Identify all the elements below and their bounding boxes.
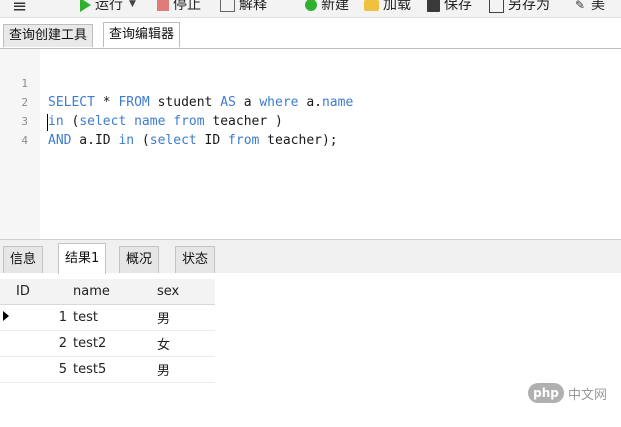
wand-icon: ✎	[575, 0, 586, 12]
table-row[interactable]: 2 test2 女	[0, 330, 215, 357]
code-line: 4	[0, 112, 31, 147]
stop-icon	[157, 0, 169, 11]
cell-sex[interactable]: 女	[153, 330, 215, 357]
code-text: SELECT * FROM student AS a where a.name	[48, 93, 353, 112]
keyword-token: select	[149, 133, 197, 148]
explain-label: 解释	[239, 0, 267, 13]
cell-name[interactable]: test5	[71, 356, 153, 383]
code-token: ID	[196, 133, 229, 148]
code-token: a.ID	[71, 133, 119, 148]
explain-button[interactable]: 解释	[220, 0, 267, 14]
save-icon	[427, 0, 440, 12]
cell-id[interactable]: 2	[12, 330, 71, 357]
tab-result1[interactable]: 结果1	[58, 243, 107, 274]
beautify-button[interactable]: ✎ 美	[575, 0, 605, 14]
keyword-token: in	[48, 114, 64, 129]
code-token: a	[235, 95, 260, 110]
new-label: 新建	[321, 0, 349, 13]
explain-icon	[220, 0, 235, 12]
table-row[interactable]: 5 test5 男	[0, 356, 215, 383]
keyword-token: FROM	[118, 95, 150, 110]
keyword-token: name	[134, 114, 166, 129]
column-header-name[interactable]: name	[71, 279, 153, 305]
watermark: php 中文网	[528, 383, 607, 403]
code-line: 3 AND a.ID in (select ID from teacher);	[0, 93, 337, 148]
code-line: 2 in (select name from teacher )	[0, 74, 282, 129]
code-token: (	[134, 133, 150, 148]
keyword-token: select	[79, 114, 127, 129]
new-query-icon	[305, 0, 317, 11]
result-tab-bar: 信息 结果1 概况 状态	[0, 239, 621, 274]
folder-icon	[364, 0, 379, 11]
cell-name[interactable]: test	[71, 304, 153, 331]
cell-id[interactable]: 5	[12, 356, 71, 383]
main-toolbar: ≡ 运行 ▼ 停止 解释 新建 加载 保存 另存为 ✎ 美	[0, 0, 621, 18]
tab-profile[interactable]: 概况	[119, 246, 160, 273]
grid-header-row: ID name sex	[0, 279, 215, 305]
run-icon	[80, 0, 91, 12]
code-token: teacher);	[259, 133, 338, 148]
code-text: in (select name from teacher )	[48, 112, 283, 131]
row-indicator-header	[0, 279, 12, 305]
run-button[interactable]: 运行 ▼	[80, 0, 136, 14]
row-indicator	[0, 356, 12, 383]
code-token: teacher )	[204, 114, 283, 129]
save-label: 保存	[444, 0, 472, 13]
save-as-button[interactable]: 另存为	[489, 0, 550, 14]
column-header-sex[interactable]: sex	[153, 279, 215, 305]
cell-name[interactable]: test2	[71, 330, 153, 357]
code-token: (	[63, 114, 80, 129]
row-indicator	[0, 304, 12, 331]
keyword-token: SELECT	[48, 95, 95, 110]
save-button[interactable]: 保存	[427, 0, 472, 14]
tab-query-builder[interactable]: 查询创建工具	[3, 24, 94, 47]
text-cursor	[47, 114, 48, 131]
table-row[interactable]: 1 test 男	[0, 304, 215, 331]
editor-tab-bar: 查询创建工具 查询编辑器	[0, 22, 621, 49]
keyword-token: AS	[220, 95, 236, 110]
stop-button[interactable]: 停止	[157, 0, 201, 14]
stop-label: 停止	[173, 0, 201, 13]
line-number: 4	[21, 134, 28, 147]
tab-query-editor[interactable]: 查询编辑器	[103, 22, 181, 47]
save-as-label: 另存为	[508, 0, 550, 13]
code-token: *	[94, 95, 119, 110]
current-row-pointer-icon	[3, 311, 9, 321]
cell-sex[interactable]: 男	[153, 304, 215, 331]
save-as-icon	[489, 0, 504, 13]
load-button[interactable]: 加载	[364, 0, 411, 14]
load-label: 加载	[383, 0, 411, 13]
run-label: 运行	[95, 0, 123, 13]
keyword-token: where	[259, 95, 299, 110]
menu-icon[interactable]: ≡	[12, 0, 27, 17]
sql-editor[interactable]: 1 SELECT * FROM student AS a where a.nam…	[0, 49, 621, 239]
row-indicator	[0, 330, 12, 357]
watermark-text: 中文网	[568, 387, 608, 403]
keyword-token: name	[321, 95, 354, 110]
keyword-token: in	[118, 133, 135, 148]
code-token: a.	[298, 95, 322, 110]
new-button[interactable]: 新建	[305, 0, 349, 14]
keyword-token: from	[173, 114, 205, 129]
keyword-token: from	[228, 133, 260, 148]
result-grid[interactable]: ID name sex 1 test 男 2 test2 女 5 test5 男	[0, 279, 215, 383]
code-text: AND a.ID in (select ID from teacher);	[48, 131, 338, 150]
tab-info[interactable]: 信息	[3, 246, 44, 273]
tab-status[interactable]: 状态	[175, 246, 216, 273]
cell-sex[interactable]: 男	[153, 356, 215, 383]
code-token: student	[149, 95, 221, 110]
cell-id[interactable]: 1	[12, 304, 71, 331]
php-logo: php	[528, 383, 564, 403]
chevron-down-icon[interactable]: ▼	[129, 0, 136, 9]
keyword-token: AND	[48, 133, 72, 148]
beautify-label: 美	[591, 0, 605, 13]
code-line: 1 SELECT * FROM student AS a where a.nam…	[0, 55, 353, 110]
column-header-id[interactable]: ID	[12, 279, 71, 305]
